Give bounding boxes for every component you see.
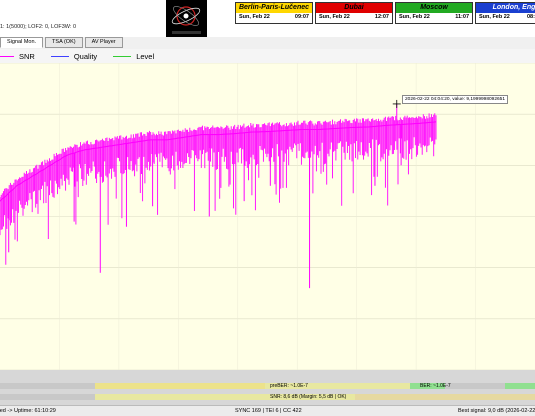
preber-bar-fill-1 bbox=[95, 383, 265, 389]
preber-label: preBER: ~1.0E-7 bbox=[270, 383, 308, 389]
top-bar: 1: 1(5000); LOF2: 0, LOF3W: 0 Berlin-Par… bbox=[0, 0, 535, 37]
signal-chart[interactable] bbox=[0, 63, 535, 370]
legend-label-snr: SNR bbox=[19, 51, 35, 61]
clock-date: Sun, Feb 22 bbox=[399, 14, 430, 20]
clock-time: 09:07 bbox=[294, 14, 309, 20]
legend-label-level: Level bbox=[136, 51, 155, 61]
clock-city: London, Eng bbox=[476, 3, 535, 13]
status-bar: ked -> Uptime: 61:10:29 SYNC 169 | TEI 6… bbox=[0, 405, 535, 416]
legend-item-level[interactable]: Level bbox=[113, 52, 154, 61]
clock-datetime: Sun, Feb 22 12:07 bbox=[316, 13, 392, 22]
signal-chart-svg bbox=[0, 63, 535, 370]
legend-swatch-level bbox=[113, 55, 132, 57]
signal-bars: preBER: ~1.0E-7 BER: ~1.0E-7 SNR: 8,6 dB… bbox=[0, 370, 535, 405]
clock-0: Berlin-Paris-Lučenec Sun, Feb 22 09:07 bbox=[235, 2, 313, 24]
lof-info: 1: 1(5000); LOF2: 0, LOF3W: 0 bbox=[0, 24, 77, 30]
clock-date: Sun, Feb 22 bbox=[239, 14, 270, 20]
snr-bar-fill-2 bbox=[355, 394, 535, 400]
snr-series-band bbox=[0, 113, 437, 265]
clock-2: Moscow Sun, Feb 22 11:07 bbox=[395, 2, 473, 24]
clock-city: Dubai bbox=[316, 3, 392, 13]
tab-av-player[interactable]: AV Player bbox=[84, 37, 123, 48]
legend-item-snr[interactable]: SNR bbox=[0, 52, 35, 61]
clock-time: 12:07 bbox=[374, 14, 389, 20]
clock-3: London, EngSun, Feb 22 08:07:55 bbox=[475, 2, 535, 24]
clock-datetime: Sun, Feb 22 08:07:55 bbox=[476, 13, 535, 22]
tab-bar: Signal Mon. TSA (OK) AV Player bbox=[0, 37, 125, 48]
legend-item-quality[interactable]: Quality bbox=[50, 51, 98, 61]
clock-city: Berlin-Paris-Lučenec bbox=[236, 3, 312, 13]
legend-swatch-quality bbox=[50, 55, 69, 57]
ber-label: BER: ~1.0E-7 bbox=[420, 383, 451, 389]
legend-swatch-snr bbox=[0, 55, 14, 57]
chart-legend: SNR Quality Level bbox=[0, 49, 535, 63]
clock-datetime: Sun, Feb 22 11:07 bbox=[396, 13, 472, 22]
world-clocks: Berlin-Paris-Lučenec Sun, Feb 22 09:07 Duba… bbox=[235, 2, 535, 24]
clock-city: Moscow bbox=[396, 3, 472, 13]
clock-datetime: Sun, Feb 22 09:07 bbox=[236, 13, 312, 22]
clock-1: Dubai Sun, Feb 22 12:07 bbox=[315, 2, 393, 24]
app-logo bbox=[166, 0, 207, 37]
clock-time: 08:07:55 bbox=[526, 14, 535, 20]
legend-label-quality: Quality bbox=[73, 51, 98, 61]
clock-date: Sun, Feb 22 bbox=[479, 14, 510, 20]
tab-signal-monitor[interactable]: Signal Mon. bbox=[0, 37, 44, 48]
clock-time: 11:07 bbox=[455, 14, 469, 20]
tab-tsa[interactable]: TSA (OK) bbox=[45, 37, 83, 48]
clock-date: Sun, Feb 22 bbox=[319, 14, 350, 20]
chart-tooltip: 2026-02-22 04:04:20, value: 9,1999998092… bbox=[402, 95, 509, 104]
snr-label: SNR: 8,6 dB (Margin: 5,5 dB | OK) bbox=[270, 394, 347, 400]
ber-bar-fill bbox=[505, 383, 535, 389]
